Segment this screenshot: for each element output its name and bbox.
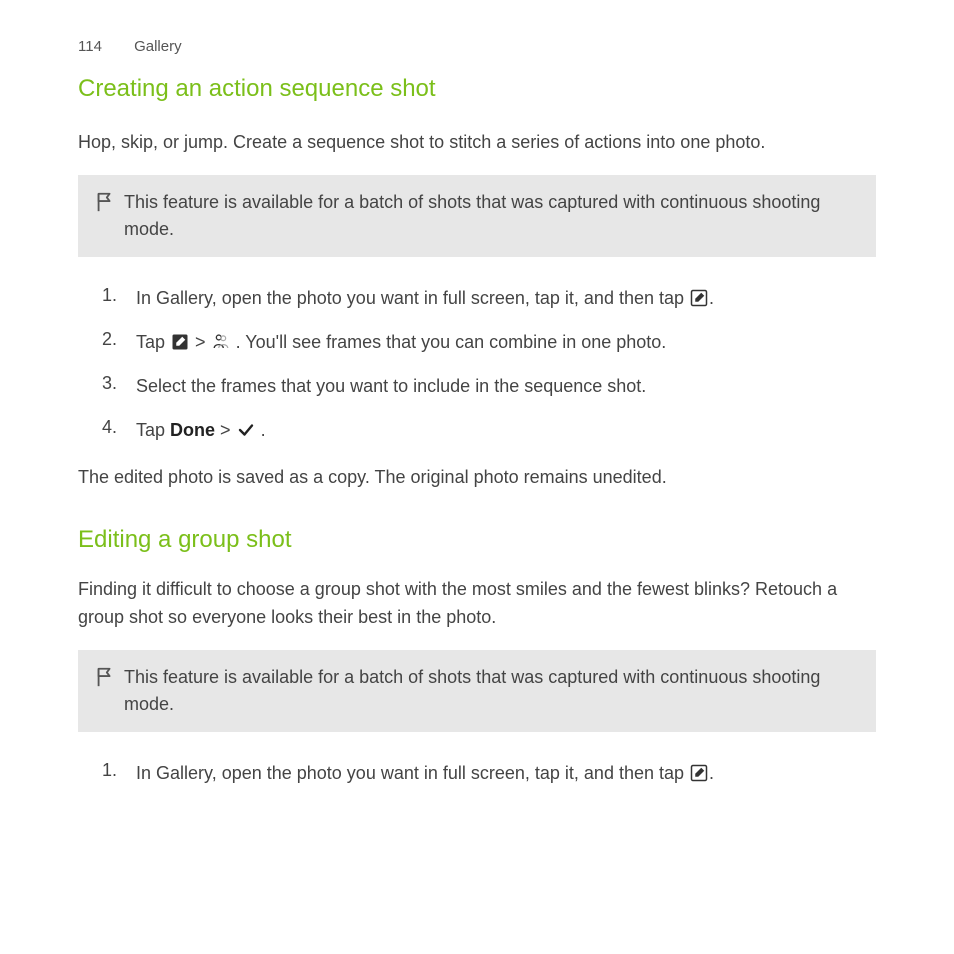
step-4: 4. Tap Done > . [102,417,876,445]
flag-icon [94,664,124,693]
step-number: 4. [102,417,136,438]
page-root: 114 Gallery Creating an action sequence … [0,0,954,954]
step-number: 3. [102,373,136,394]
done-label: Done [170,420,215,440]
intro-paragraph-1: Hop, skip, or jump. Create a sequence sh… [78,129,876,157]
flag-icon [94,189,124,218]
step-3: 3. Select the frames that you want to in… [102,373,876,401]
section-heading-action-sequence: Creating an action sequence shot [78,75,876,103]
step-body: In Gallery, open the photo you want in f… [136,285,714,313]
step-text: In Gallery, open the photo you want in f… [136,763,689,783]
step-text-end: . [256,420,266,440]
step-text: In Gallery, open the photo you want in f… [136,288,689,308]
step-text: Tap [136,420,170,440]
step-body: Tap Done > . [136,417,266,445]
step-1: 1. In Gallery, open the photo you want i… [102,760,876,788]
step-number: 2. [102,329,136,350]
chapter-name: Gallery [134,38,182,55]
step-gt: > [195,332,211,352]
step-body: Tap > . You'll see frames that you can c… [136,329,666,357]
step-text: Tap [136,332,170,352]
note-text-1: This feature is available for a batch of… [124,189,858,243]
edit-icon [690,764,708,782]
steps-list-2: 1. In Gallery, open the photo you want i… [78,760,876,788]
step-text-end: . [709,763,714,783]
edit-icon [690,289,708,307]
step-gt: > [220,420,236,440]
outro-paragraph-1: The edited photo is saved as a copy. The… [78,464,876,492]
steps-list-1: 1. In Gallery, open the photo you want i… [78,285,876,445]
section-heading-group-shot: Editing a group shot [78,526,876,554]
page-number: 114 [78,38,102,55]
step-body: In Gallery, open the photo you want in f… [136,760,714,788]
note-box-2: This feature is available for a batch of… [78,650,876,732]
running-header: 114 Gallery [78,38,876,55]
step-number: 1. [102,760,136,781]
check-icon [237,421,255,439]
sequence-icon [212,333,230,351]
effects-icon [171,333,189,351]
step-1: 1. In Gallery, open the photo you want i… [102,285,876,313]
step-number: 1. [102,285,136,306]
step-text-end: . [709,288,714,308]
step-text-b: . You'll see frames that you can combine… [236,332,667,352]
note-box-1: This feature is available for a batch of… [78,175,876,257]
note-text-2: This feature is available for a batch of… [124,664,858,718]
intro-paragraph-2: Finding it difficult to choose a group s… [78,576,876,632]
step-body: Select the frames that you want to inclu… [136,373,646,401]
step-2: 2. Tap > . You'll see frames that you ca… [102,329,876,357]
